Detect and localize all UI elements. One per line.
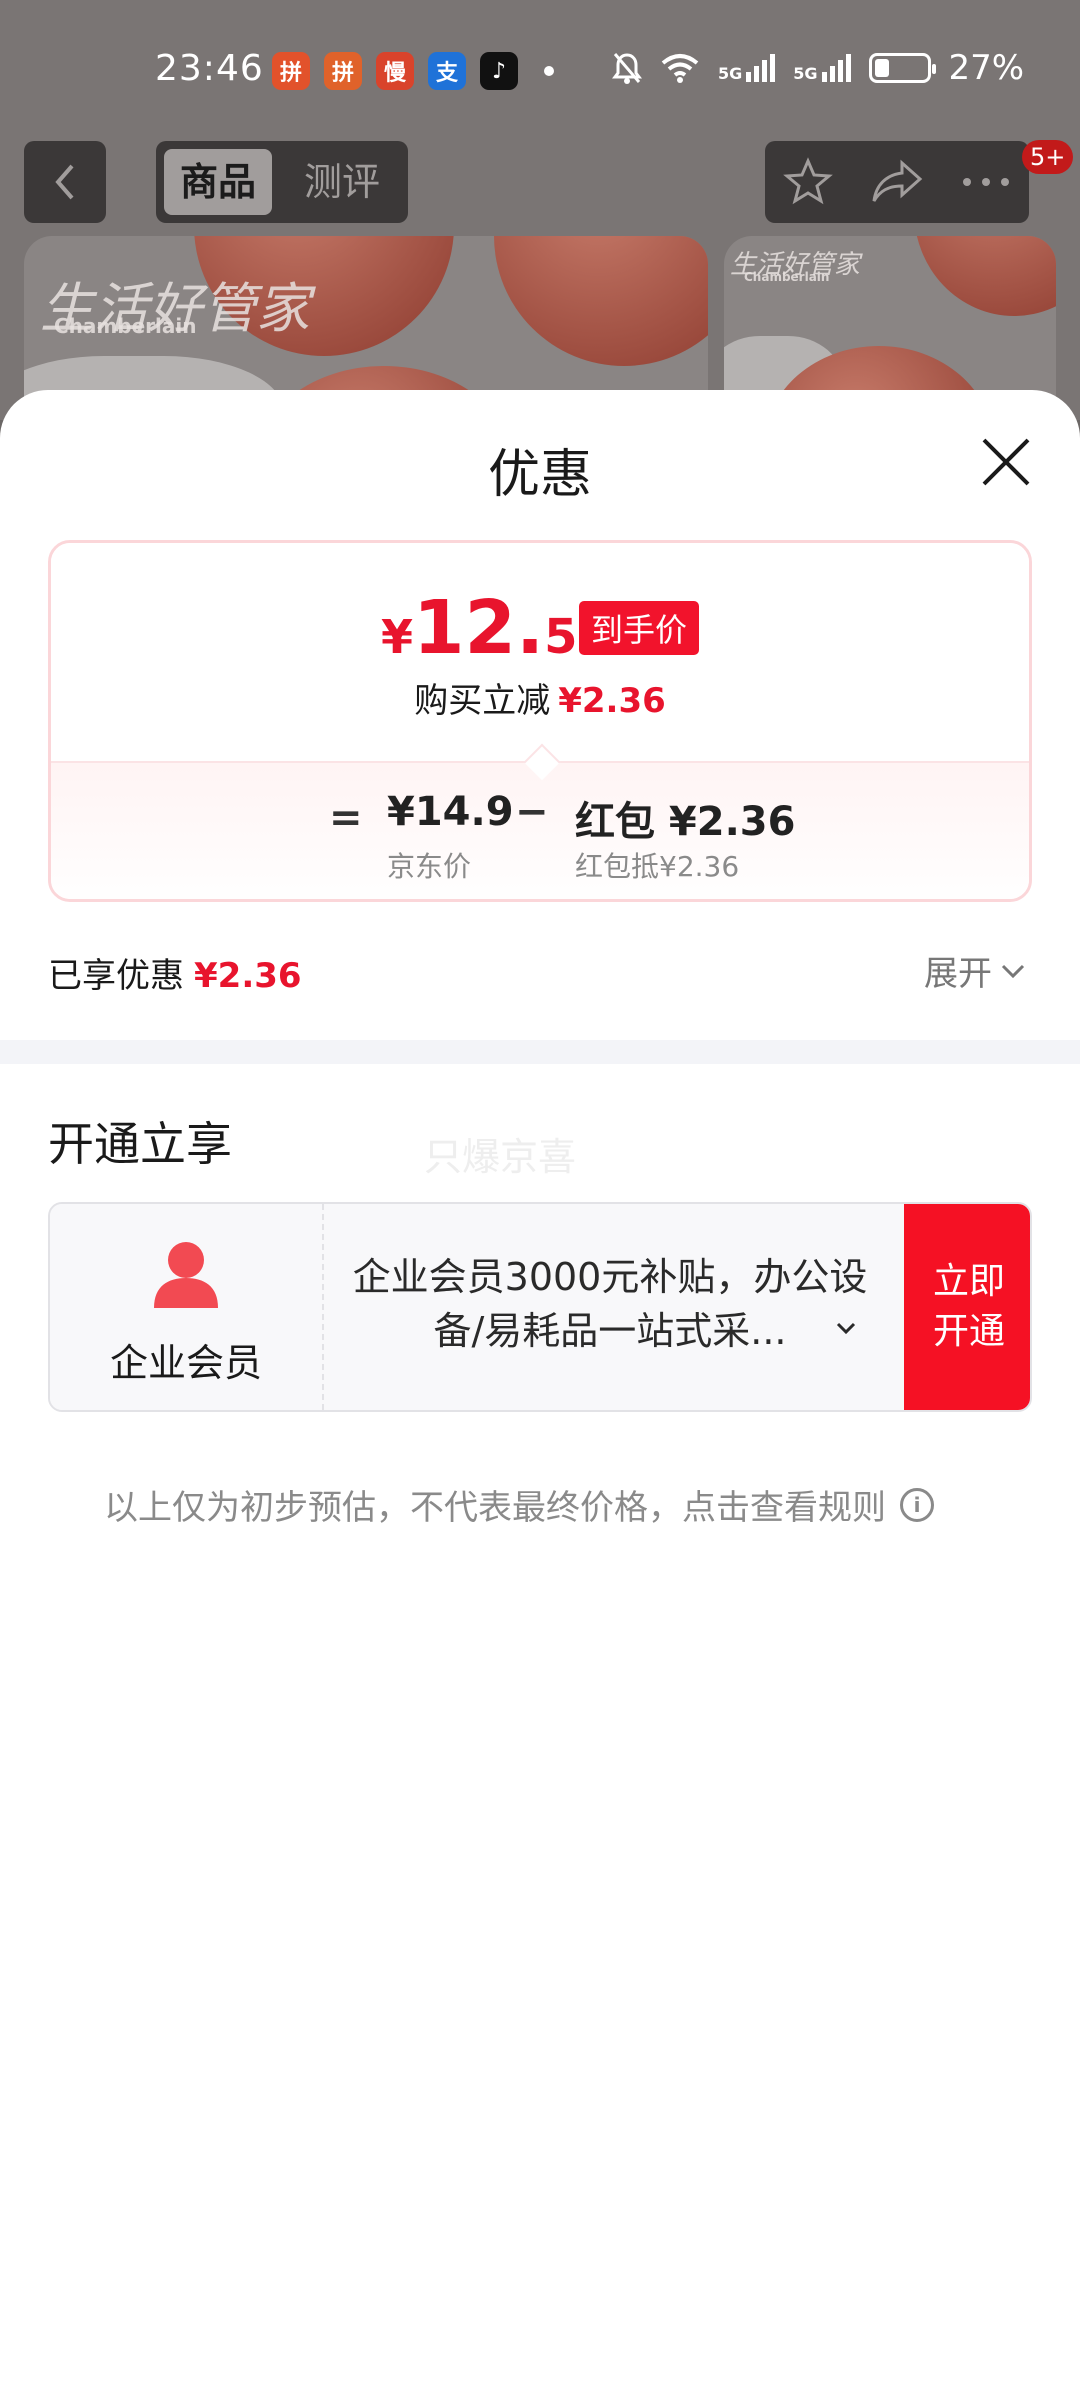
member-name: 企业会员 [109,1341,262,1385]
final-price: ¥ 12. 54 [381,585,611,671]
brand-logo-subtext: Chamberlain [54,314,197,338]
discount-sheet: 优惠 ¥ 12. 54 到手价 购买立减 ¥2.36 = ¥14.9 京东价 − … [0,390,1080,2400]
status-indicators: 5G 5G 27% [612,48,1024,88]
section-divider [0,1040,1080,1064]
redpacket-amount: 红包 ¥2.36 [575,799,796,845]
product-actions [765,141,1029,223]
wifi-icon [661,54,699,83]
product-tabs: 商品 测评 [156,141,408,223]
share-icon[interactable] [870,159,924,205]
chevron-down-icon [1001,964,1025,978]
sheet-title: 优惠 [487,445,592,505]
close-icon[interactable] [978,434,1034,490]
signal-5g-icon-1: 5G [718,54,776,82]
mute-icon [612,53,642,84]
final-price-tag: 到手价 [579,601,700,655]
person-icon [154,1242,218,1308]
section-title: 开通立享 [48,1117,232,1171]
price-disclaimer-link[interactable]: 以上仅为初步预估，不代表最终价格，点击查看规则 i [104,1480,934,1529]
manman-icon: 慢 [376,52,414,90]
equals-sign: = [329,795,363,841]
status-bar: 23:46 拼拼慢支 ♪ 5G 5G 27% [0,0,1080,130]
battery-percent: 27% [948,48,1025,88]
jd-price: ¥14.9 [387,789,514,835]
alipay-icon: 支 [428,52,466,90]
activate-member-button[interactable]: 立即 开通 [904,1204,1030,1410]
back-button[interactable] [24,141,106,223]
signal-5g-icon-2: 5G [793,54,851,82]
douyin-icon: ♪ [480,52,518,90]
chevron-left-icon [55,164,74,200]
jd-price-label: 京东价 [387,850,472,883]
member-description[interactable]: 企业会员3000元补贴，办公设备/易耗品一站式采... [350,1250,870,1358]
message-badge: 5+ [1022,140,1074,174]
more-options-icon[interactable] [961,176,1011,188]
price-breakdown-card[interactable]: ¥ 12. 54 到手价 购买立减 ¥2.36 = ¥14.9 京东价 − 红包 … [48,540,1032,902]
pinduoduo-icon-2: 拼 [324,52,362,90]
notification-app-icons: 拼拼慢支 ♪ [272,52,518,90]
instant-reduction: 购买立减 ¥2.36 [414,681,666,721]
tab-review[interactable]: 测评 [288,149,396,215]
redpacket-label: 红包抵¥2.36 [575,850,740,883]
enterprise-member-card[interactable]: 企业会员 企业会员3000元补贴，办公设备/易耗品一站式采... 立即 开通 [48,1202,1032,1412]
expand-button[interactable]: 展开 [924,946,1026,995]
status-time: 23:46 [155,48,264,89]
pinduoduo-icon: 拼 [272,52,310,90]
info-icon: i [900,1487,934,1522]
minus-sign: − [515,789,549,835]
favorite-star-icon[interactable] [783,157,834,207]
watermark-text: 只爆京喜 [424,1135,577,1179]
more-notifications-dot [544,66,554,76]
chevron-down-icon[interactable] [834,1316,858,1340]
tab-product[interactable]: 商品 [164,149,273,215]
member-type: 企业会员 [50,1204,324,1410]
brand-logo-subtext-small: Chamberlain [744,270,830,284]
enjoyed-discount: 已享优惠 ¥2.36 [48,956,302,996]
battery-icon [868,53,936,83]
